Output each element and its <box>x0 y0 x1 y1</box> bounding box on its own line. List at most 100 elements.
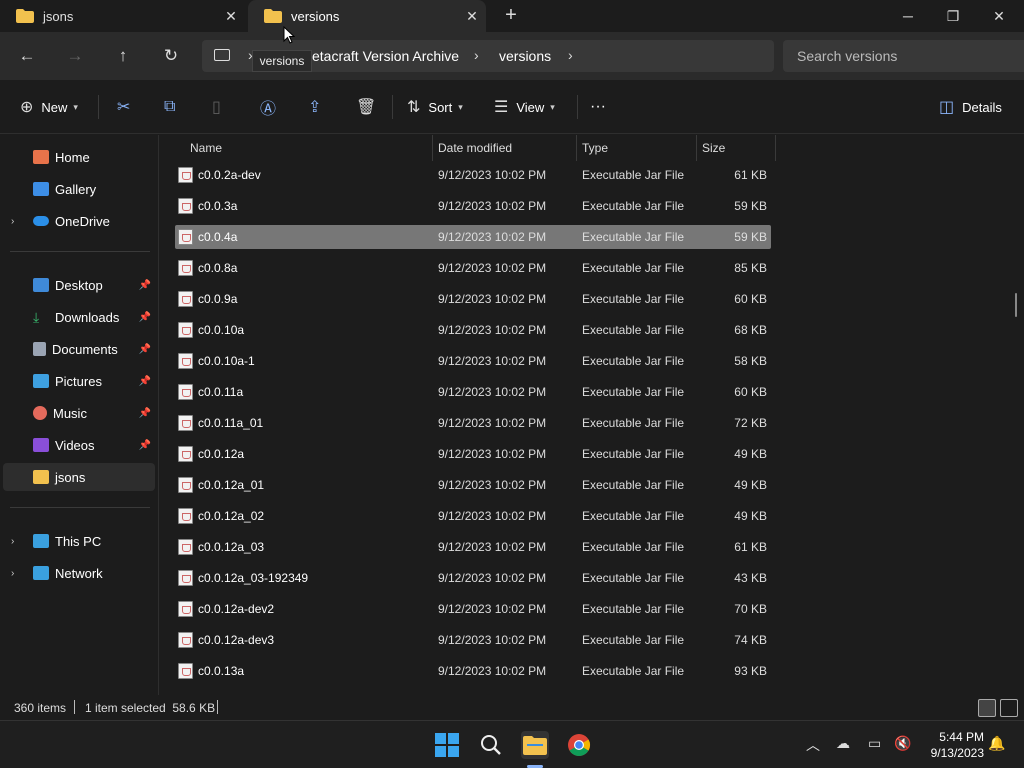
table-row[interactable]: c0.0.12a_02 9/12/2023 10:02 PM Executable … <box>175 504 771 528</box>
sort-icon: ⇅ <box>407 99 421 116</box>
close-tab-icon[interactable]: ✕ <box>458 8 486 25</box>
more-options-icon[interactable]: ··· <box>590 95 606 119</box>
column-size[interactable]: Size <box>696 135 725 161</box>
tab-jsons[interactable]: jsons ✕ <box>0 0 245 32</box>
file-explorer-taskbar-icon[interactable] <box>521 731 549 759</box>
details-label: Details <box>962 99 1002 115</box>
command-divider <box>98 95 99 119</box>
sidebar-item-gallery[interactable]: Gallery <box>3 175 155 203</box>
breadcrumb-archive[interactable]: etacraft Version Archive <box>312 48 459 64</box>
onedrive-tray-icon[interactable]: ☁ <box>836 735 850 752</box>
sidebar-item-videos[interactable]: Videos 📌 <box>3 431 155 459</box>
details-button[interactable]: ◫ Details <box>939 95 1002 119</box>
new-tab-button[interactable]: + <box>500 4 522 28</box>
table-row[interactable]: c0.0.10a 9/12/2023 10:02 PM Executable Jar… <box>175 318 771 342</box>
chevron-up-icon[interactable]: ︿ <box>806 735 820 755</box>
table-row[interactable]: c0.0.8a 9/12/2023 10:02 PM Executable Jar … <box>175 256 771 280</box>
chrome-icon[interactable] <box>565 731 593 759</box>
sidebar-item-label: This PC <box>55 533 102 549</box>
jar-file-icon <box>178 570 193 586</box>
sidebar-item-downloads[interactable]: ⤓ Downloads 📌 <box>3 303 155 331</box>
expand-chevron-icon[interactable]: › <box>11 216 25 227</box>
view-button[interactable]: ☰ View ▾ <box>494 95 555 119</box>
forward-arrow-icon[interactable]: → <box>61 44 89 68</box>
file-size: 70 KB <box>734 602 767 616</box>
table-row[interactable]: c0.0.12a-dev2 9/12/2023 10:02 PM Executabl… <box>175 597 771 621</box>
documents-icon <box>33 342 46 356</box>
windows-start-icon[interactable] <box>433 731 461 759</box>
file-date: 9/12/2023 10:02 PM <box>438 385 547 399</box>
maximize-button[interactable]: ❐ <box>930 0 976 32</box>
table-row[interactable]: c0.0.11a_01 9/12/2023 10:02 PM Executable … <box>175 411 771 435</box>
speaker-muted-icon[interactable]: 🔇 <box>894 735 911 752</box>
file-name: c0.0.12a_03 <box>198 540 265 554</box>
sidebar-item-onedrive[interactable]: › OneDrive <box>3 207 155 235</box>
new-button[interactable]: ⊕ New ▾ <box>20 95 78 119</box>
table-row[interactable]: c0.0.9a 9/12/2023 10:02 PM Executable Jar … <box>175 287 771 311</box>
file-name: c0.0.11a <box>198 385 244 399</box>
file-size: 61 KB <box>734 168 767 182</box>
sidebar-item-home[interactable]: Home <box>3 143 155 171</box>
table-row[interactable]: c0.0.10a-1 9/12/2023 10:02 PM Executable J… <box>175 349 771 373</box>
table-row[interactable]: c0.0.11a 9/12/2023 10:02 PM Executable Jar… <box>175 380 771 404</box>
sidebar-item-label: jsons <box>55 469 86 485</box>
column-name[interactable]: Name <box>184 135 222 161</box>
file-size: 60 KB <box>734 385 767 399</box>
file-date: 9/12/2023 10:02 PM <box>438 447 547 461</box>
folder-icon <box>33 470 49 484</box>
sidebar-item-pictures[interactable]: Pictures 📌 <box>3 367 155 395</box>
scrollbar-thumb[interactable] <box>1015 293 1017 317</box>
table-row[interactable]: c0.0.12a_01 9/12/2023 10:02 PM Executable … <box>175 473 771 497</box>
table-row[interactable]: c0.0.12a_03 9/12/2023 10:02 PM Executable … <box>175 535 771 559</box>
expand-chevron-icon[interactable]: › <box>11 536 25 547</box>
sort-up-icon: ⌃ <box>302 135 311 142</box>
close-tab-icon[interactable]: ✕ <box>217 8 245 25</box>
sidebar-item-music[interactable]: Music 📌 <box>3 399 155 427</box>
details-view-icon[interactable] <box>978 699 996 717</box>
column-type[interactable]: Type <box>576 135 608 161</box>
table-row[interactable]: c0.0.12a_03-192349 9/12/2023 10:02 PM Exec… <box>175 566 771 590</box>
sidebar-item-this-pc[interactable]: › This PC <box>3 527 155 555</box>
table-row[interactable]: c0.0.12a-dev3 9/12/2023 10:02 PM Executabl… <box>175 628 771 652</box>
tiles-view-icon[interactable] <box>1000 699 1018 717</box>
table-row[interactable]: c0.0.13a 9/12/2023 10:02 PM Executable Jar… <box>175 659 771 683</box>
search-input[interactable]: Search versions <box>783 40 1024 72</box>
monitor-icon <box>33 534 49 548</box>
sidebar-item-desktop[interactable]: Desktop 📌 <box>3 271 155 299</box>
sidebar-item-jsons[interactable]: jsons <box>3 463 155 491</box>
table-row[interactable]: c0.0.3a 9/12/2023 10:02 PM Executable Jar … <box>175 194 771 218</box>
breadcrumb-versions[interactable]: versions <box>499 48 551 64</box>
table-row[interactable]: c0.0.4a 9/12/2023 10:02 PM Executable Jar … <box>175 225 771 249</box>
refresh-icon[interactable]: ↻ <box>157 44 185 68</box>
delete-button[interactable]: 🗑 <box>356 95 384 119</box>
notification-bell-icon[interactable]: 🔔 <box>988 735 1005 752</box>
share-button[interactable]: ⇪ <box>308 95 329 119</box>
sidebar-item-documents[interactable]: Documents 📌 <box>3 335 155 363</box>
search-icon[interactable] <box>477 731 505 759</box>
sort-button[interactable]: ⇅ Sort ▾ <box>407 95 463 119</box>
system-clock[interactable]: 5:44 PM 9/13/2023 <box>920 729 984 761</box>
expand-chevron-icon[interactable]: › <box>11 568 25 579</box>
file-type: Executable Jar File <box>582 447 685 461</box>
breadcrumb-chevron[interactable]: › <box>568 47 573 63</box>
minimize-button[interactable]: ─ <box>885 0 931 32</box>
copy-button[interactable]: ⧉ <box>164 95 183 119</box>
close-window-button[interactable]: ✕ <box>976 0 1022 32</box>
file-list: Name ⌃ Date modified Type Size c0.0.2a-d… <box>159 135 1024 695</box>
address-bar-row: ← → ↑ ↻ › etacraft Version Archive › ver… <box>0 32 1024 80</box>
jar-file-icon <box>178 601 193 617</box>
sidebar-item-label: Desktop <box>55 277 103 293</box>
file-date: 9/12/2023 10:02 PM <box>438 354 547 368</box>
sidebar-item-network[interactable]: › Network <box>3 559 155 587</box>
up-arrow-icon[interactable]: ↑ <box>109 44 137 68</box>
paste-button[interactable]: ▯ <box>212 95 229 119</box>
rename-button[interactable]: Ⓐ <box>260 95 284 119</box>
table-row[interactable]: c0.0.2a-dev 9/12/2023 10:02 PM Executable … <box>175 163 771 187</box>
jar-file-icon <box>178 508 193 524</box>
network-tray-icon[interactable]: ▭ <box>868 735 881 752</box>
table-row[interactable]: c0.0.12a 9/12/2023 10:02 PM Executable Jar… <box>175 442 771 466</box>
column-date-modified[interactable]: Date modified <box>432 135 512 161</box>
back-arrow-icon[interactable]: ← <box>13 44 41 68</box>
folder-icon <box>16 9 34 23</box>
cut-button[interactable]: ✂ <box>117 95 138 119</box>
